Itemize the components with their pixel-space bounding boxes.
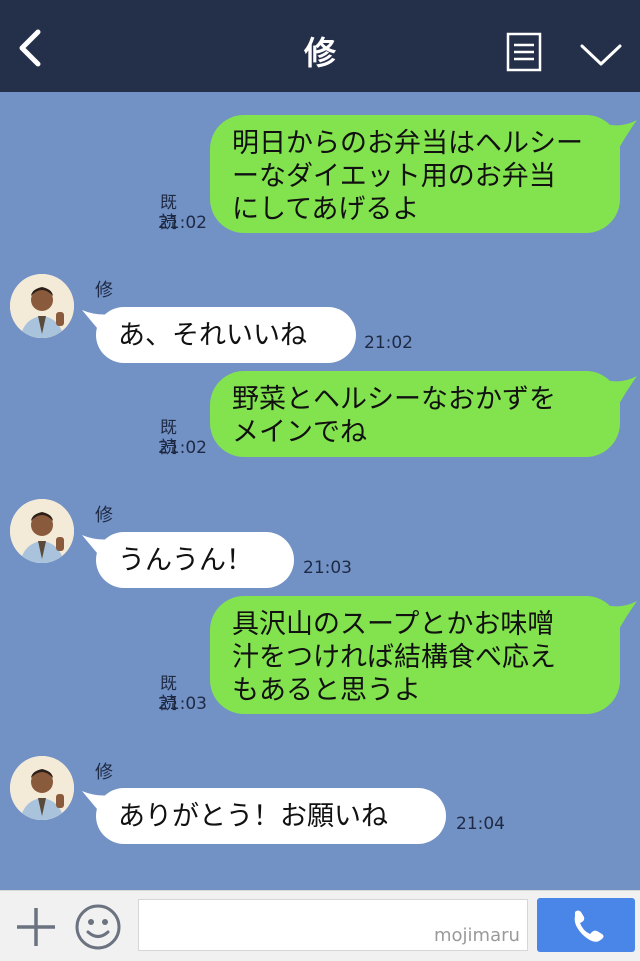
message-text: うんうん！ — [118, 544, 253, 576]
message-input-bar: mojimaru — [0, 890, 640, 961]
avatar[interactable] — [10, 499, 74, 563]
bubble-tail — [605, 120, 637, 148]
menu-button[interactable] — [506, 32, 542, 72]
message-text: 具沢山のスープとかお味噌 汁をつければ結構食べ応え もあると思うよ — [232, 609, 556, 706]
message-time: 21:03 — [158, 694, 207, 714]
list-icon — [506, 32, 542, 72]
bubble-tail — [82, 310, 112, 334]
message-text: 野菜とヘルシーなおかずを メインでね — [232, 384, 556, 448]
chat-header: 修 — [0, 0, 640, 92]
bubble-tail — [82, 791, 112, 815]
chevron-down-icon — [580, 44, 622, 66]
avatar[interactable] — [10, 274, 74, 338]
bubble-tail — [82, 535, 112, 559]
phone-icon — [574, 910, 604, 942]
sender-name: 修 — [95, 762, 113, 783]
message-time: 21:02 — [158, 213, 207, 233]
message-bubble[interactable]: あ、それいいね — [96, 307, 356, 363]
call-button[interactable] — [537, 898, 635, 952]
message-text: 明日からのお弁当はヘルシー ーなダイエット用のお弁当 にしてあげるよ — [232, 128, 583, 225]
bubble-tail — [605, 601, 637, 629]
collapse-button[interactable] — [578, 40, 624, 70]
message-text: あ、それいいね — [118, 319, 307, 351]
message-time: 21:04 — [456, 814, 505, 834]
message-time: 21:02 — [158, 438, 207, 458]
message-bubble[interactable]: うんうん！ — [96, 532, 294, 588]
chat-title: 修 — [303, 34, 336, 72]
bubble-tail — [605, 376, 637, 404]
avatar[interactable] — [10, 756, 74, 820]
message-time: 21:03 — [303, 558, 352, 578]
watermark-text: mojimaru — [434, 925, 520, 946]
message-bubble[interactable]: ありがとう！お願いね — [96, 788, 446, 844]
message-bubble[interactable]: 野菜とヘルシーなおかずを メインでね — [210, 371, 620, 457]
message-bubble[interactable]: 明日からのお弁当はヘルシー ーなダイエット用のお弁当 にしてあげるよ — [210, 115, 620, 233]
emoji-button[interactable] — [74, 903, 122, 951]
message-time: 21:02 — [364, 333, 413, 353]
sender-name: 修 — [95, 280, 113, 301]
smiley-icon — [75, 904, 121, 950]
message-text: ありがとう！お願いね — [118, 800, 388, 832]
add-button[interactable] — [14, 905, 58, 949]
sender-name: 修 — [95, 505, 113, 526]
message-bubble[interactable]: 具沢山のスープとかお味噌 汁をつければ結構食べ応え もあると思うよ — [210, 596, 620, 714]
plus-icon — [17, 908, 55, 946]
